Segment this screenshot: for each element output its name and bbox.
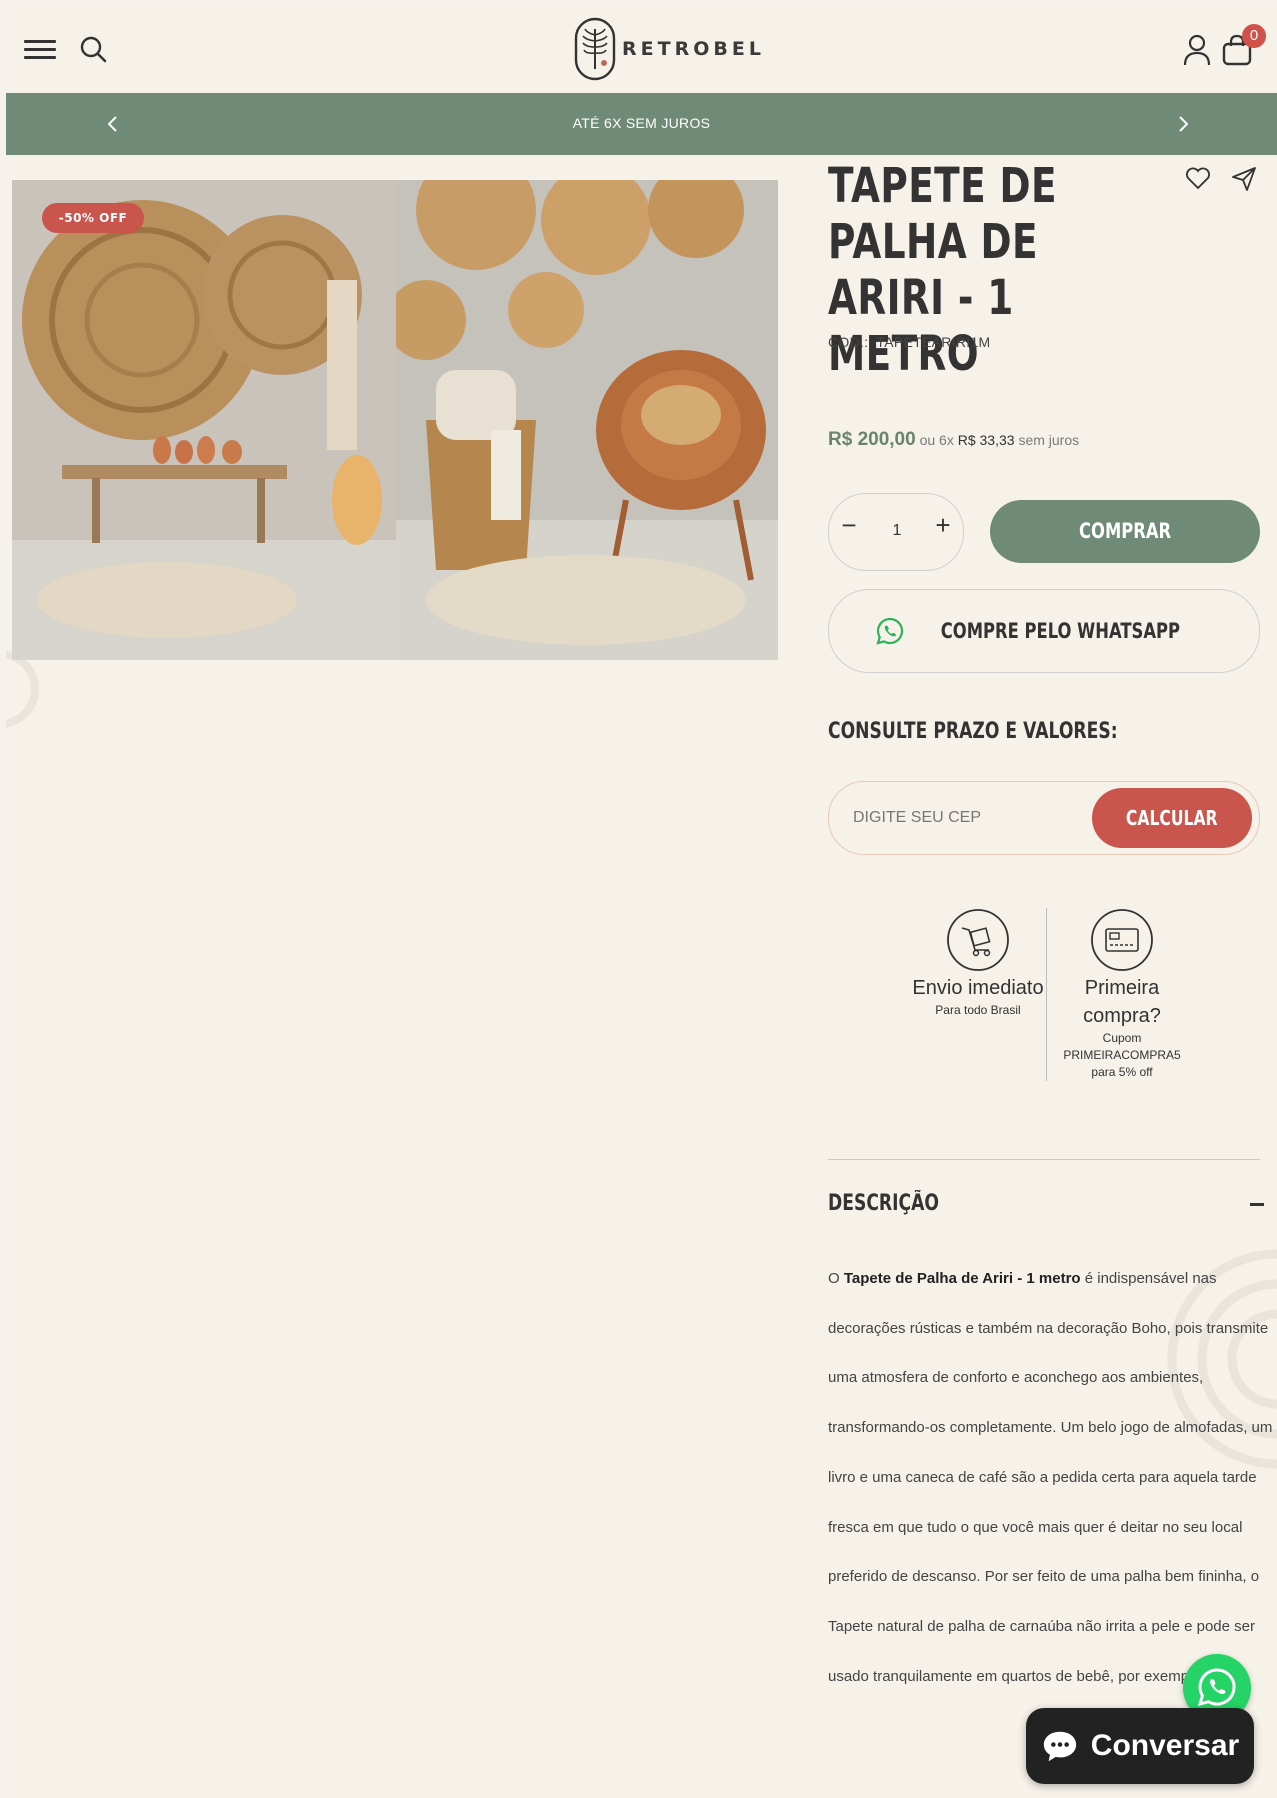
- cart-count-badge: 0: [1242, 24, 1266, 48]
- quantity-decrease-button[interactable]: −: [835, 510, 863, 546]
- quantity-stepper: − 1 +: [828, 493, 964, 571]
- shipping-heading: CONSULTE PRAZO E VALORES:: [828, 719, 1118, 744]
- benefit-first-purchase: Primeira compra? Cupom PRIMEIRACOMPRA5 p…: [1052, 908, 1192, 1081]
- description-heading[interactable]: DESCRIÇÃO: [828, 1191, 939, 1216]
- calculate-button-label: CALCULAR: [1126, 806, 1218, 830]
- menu-icon[interactable]: [24, 40, 56, 60]
- calculate-button[interactable]: CALCULAR: [1092, 788, 1252, 848]
- benefit-subtitle: Cupom PRIMEIRACOMPRA5 para 5% off: [1063, 1031, 1181, 1079]
- product-gallery[interactable]: -50% OFF: [12, 180, 778, 660]
- product-photo-1[interactable]: [12, 180, 396, 660]
- page: RETROBEL 0 ATÉ 6X SEM JUROS -50% OFF TAP…: [6, 4, 1277, 1798]
- collapse-minus-icon[interactable]: [1250, 1203, 1264, 1206]
- product-sku: COD.: TAPETEARIRI1M: [828, 334, 991, 350]
- cep-form: CALCULAR: [828, 781, 1260, 855]
- sku-label: COD.:: [828, 334, 869, 350]
- benefit-title: Envio imediato: [912, 977, 1044, 999]
- heart-icon[interactable]: [1184, 165, 1212, 191]
- chat-button[interactable]: Conversar: [1026, 1708, 1254, 1784]
- installment-prefix: ou 6x: [919, 432, 954, 448]
- cep-input[interactable]: [851, 800, 1075, 836]
- buy-button[interactable]: COMPRAR: [990, 500, 1260, 563]
- benefit-shipping: Envio imediato Para todo Brasil: [908, 908, 1048, 1019]
- announcement-bar: ATÉ 6X SEM JUROS: [6, 93, 1277, 155]
- brand-logo[interactable]: RETROBEL: [574, 16, 765, 82]
- price-line: R$ 200,00 ou 6x R$ 33,33 sem juros: [828, 429, 1079, 451]
- logo-emblem-icon: [574, 17, 616, 81]
- installment-value: R$ 33,33: [957, 432, 1015, 448]
- whatsapp-icon: [876, 617, 903, 645]
- benefit-title: Primeira compra?: [1083, 977, 1161, 1027]
- product-photo-2[interactable]: [396, 180, 778, 660]
- description-product-name: Tapete de Palha de Ariri - 1 metro: [843, 1270, 1081, 1287]
- whatsapp-buy-label: COMPRE PELO WHATSAPP: [940, 619, 1180, 643]
- brand-name: RETROBEL: [622, 38, 765, 60]
- chevron-right-icon[interactable]: [1170, 111, 1196, 137]
- buy-button-label: COMPRAR: [1078, 519, 1172, 543]
- search-icon[interactable]: [78, 34, 108, 64]
- price: R$ 200,00: [828, 429, 916, 450]
- description-intro: O: [828, 1270, 844, 1287]
- chat-bubble-icon: [1043, 1731, 1076, 1762]
- credit-card-icon: [1091, 909, 1153, 971]
- sku-value: TAPETEARIRI1M: [876, 334, 991, 350]
- benefit-subtitle: Para todo Brasil: [935, 1003, 1021, 1017]
- chat-button-label: Conversar: [1090, 1729, 1240, 1762]
- site-header: RETROBEL 0: [6, 4, 1277, 93]
- user-icon[interactable]: [1181, 32, 1213, 68]
- quantity-value[interactable]: 1: [875, 522, 919, 540]
- send-icon[interactable]: [1230, 165, 1258, 193]
- quantity-increase-button[interactable]: +: [929, 510, 957, 546]
- description-text: O Tapete de Palha de Ariri - 1 metro é i…: [828, 1254, 1277, 1701]
- installment-suffix: sem juros: [1018, 432, 1080, 448]
- section-divider: [828, 1159, 1260, 1160]
- whatsapp-buy-button[interactable]: COMPRE PELO WHATSAPP: [828, 589, 1260, 673]
- announcement-text: ATÉ 6X SEM JUROS: [572, 115, 711, 131]
- delivery-cart-icon: [947, 909, 1009, 971]
- benefits-divider: [1046, 908, 1047, 1081]
- description-body: é indispensável nas decorações rústicas …: [828, 1270, 1273, 1685]
- discount-badge: -50% OFF: [42, 203, 144, 233]
